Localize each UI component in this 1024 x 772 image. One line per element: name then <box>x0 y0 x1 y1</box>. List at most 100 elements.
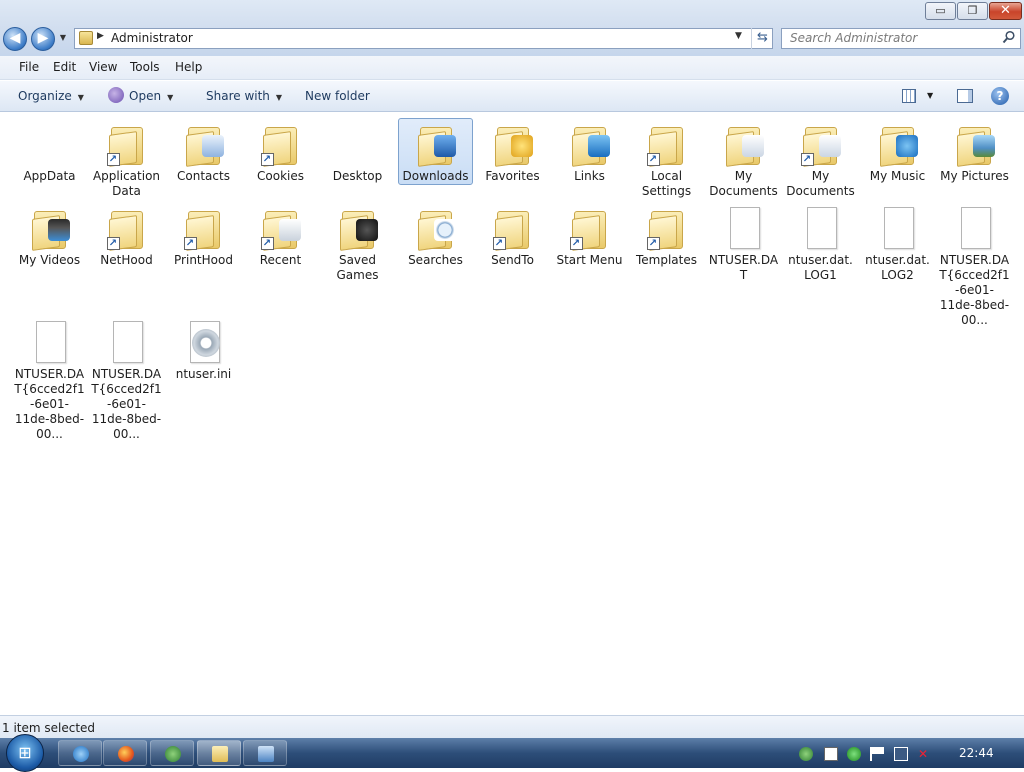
file-item[interactable]: NTUSER.DAT{6cced2f1-6e01-11de-8bed-00... <box>937 202 1012 329</box>
change-view-icon[interactable] <box>902 89 916 103</box>
file-item[interactable]: My Music <box>860 118 935 185</box>
breadcrumb-arrow-icon[interactable]: ▶ <box>97 31 104 41</box>
file-item[interactable]: ↗ SendTo <box>475 202 550 269</box>
taskbar-remote-app-button[interactable] <box>243 740 287 766</box>
menu-bar: File Edit View Tools Help <box>0 56 1024 80</box>
search-placeholder: Search Administrator <box>790 31 918 45</box>
back-button[interactable]: ◀ <box>3 27 27 51</box>
volume-muted-icon[interactable]: ✕ <box>918 747 932 761</box>
open-button[interactable]: Open ▼ <box>129 89 173 103</box>
file-item[interactable]: ↗ Cookies <box>243 118 318 185</box>
file-name: Cookies <box>257 169 304 183</box>
taskbar-network-app-button[interactable] <box>150 740 194 766</box>
share-with-button[interactable]: Share with ▼ <box>206 89 282 103</box>
clock[interactable]: 22:44 <box>959 746 994 760</box>
network-tray-icon[interactable] <box>799 747 813 761</box>
network-status-icon[interactable] <box>894 747 908 761</box>
file-item[interactable]: ntuser.dat.LOG1 <box>783 202 858 284</box>
address-history-dropdown[interactable]: ▼ <box>735 31 742 41</box>
file-item[interactable]: ntuser.dat.LOG2 <box>860 202 935 284</box>
menu-help[interactable]: Help <box>175 60 202 74</box>
windows-logo-icon: ⊞ <box>18 743 32 762</box>
file-item[interactable]: NTUSER.DAT <box>706 202 781 284</box>
file-item[interactable]: NTUSER.DAT{6cced2f1-6e01-11de-8bed-00... <box>12 316 87 443</box>
maximize-button[interactable]: ❐ <box>957 2 988 20</box>
folder-icon <box>412 205 460 253</box>
file-item[interactable]: ↗ PrintHood <box>166 202 241 269</box>
file-name: My Videos <box>18 253 81 267</box>
security-shield-icon[interactable] <box>847 747 861 761</box>
view-options-dropdown[interactable]: ▼ <box>927 91 933 100</box>
preview-pane-icon[interactable] <box>957 89 973 103</box>
monitor-icon <box>258 746 274 762</box>
file-item[interactable]: My Videos <box>12 202 87 269</box>
file-item[interactable]: Desktop <box>320 118 395 185</box>
file-item[interactable]: ↗ Start Menu <box>552 202 627 269</box>
file-item[interactable]: NTUSER.DAT{6cced2f1-6e01-11de-8bed-00... <box>89 316 164 443</box>
title-bar: ▭ ❐ ✕ ◀ ▶ ▼ ▶ Administrator ▼ ⇆ Search A… <box>0 0 1024 56</box>
chevron-down-icon: ▼ <box>167 93 174 102</box>
file-item[interactable]: Favorites <box>475 118 550 185</box>
close-button[interactable]: ✕ <box>989 2 1022 20</box>
file-item[interactable]: Links <box>552 118 627 185</box>
file-item[interactable]: ntuser.ini <box>166 316 241 383</box>
address-bar[interactable]: ▶ Administrator ▼ ⇆ <box>74 28 773 49</box>
taskbar-firefox-button[interactable] <box>103 740 147 766</box>
forward-button[interactable]: ▶ <box>31 27 55 51</box>
file-icon <box>797 205 845 253</box>
shortcut-arrow-icon: ↗ <box>646 153 660 166</box>
action-center-flag-icon[interactable] <box>870 747 884 761</box>
folder-icon: ↗ <box>180 205 228 253</box>
minimize-button[interactable]: ▭ <box>925 2 956 20</box>
file-item[interactable]: Downloads <box>398 118 473 185</box>
folder-icon: ↗ <box>257 205 305 253</box>
file-item[interactable]: My Documents <box>706 118 781 200</box>
open-with-app-icon[interactable] <box>108 87 124 103</box>
start-button[interactable]: ⊞ <box>6 734 44 772</box>
document-tray-icon[interactable] <box>824 747 838 761</box>
file-item[interactable]: ↗ Local Settings <box>629 118 704 200</box>
file-icon <box>26 319 74 367</box>
folder-icon: ↗ <box>643 121 691 169</box>
file-item[interactable]: ↗ Application Data <box>89 118 164 200</box>
organize-button[interactable]: Organize ▼ <box>18 89 84 103</box>
file-name: Saved Games <box>336 253 379 282</box>
file-item[interactable]: ↗ My Documents <box>783 118 858 200</box>
menu-edit[interactable]: Edit <box>53 60 76 74</box>
file-name: ntuser.dat.LOG1 <box>788 253 853 282</box>
taskbar-ie-button[interactable] <box>58 740 102 766</box>
file-item[interactable]: ↗ Templates <box>629 202 704 269</box>
recent-pages-dropdown[interactable]: ▼ <box>58 33 68 43</box>
search-input[interactable]: Search Administrator <box>781 28 1021 49</box>
refresh-button[interactable]: ⇆ <box>751 28 773 49</box>
file-name: Local Settings <box>641 169 692 198</box>
address-path[interactable]: Administrator <box>111 31 193 45</box>
menu-file[interactable]: File <box>19 60 39 74</box>
help-icon[interactable]: ? <box>991 87 1009 105</box>
search-icon[interactable] <box>1002 30 1016 44</box>
explorer-folder-icon <box>212 746 228 762</box>
network-globe-icon <box>165 746 181 762</box>
file-item[interactable]: My Pictures <box>937 118 1012 185</box>
file-item[interactable]: Searches <box>398 202 473 269</box>
folder-icon <box>26 205 74 253</box>
settings-file-icon <box>180 319 228 367</box>
shortcut-arrow-icon: ↗ <box>800 153 814 166</box>
file-item[interactable]: ↗ NetHood <box>89 202 164 269</box>
shortcut-arrow-icon: ↗ <box>260 237 274 250</box>
file-item[interactable]: Saved Games <box>320 202 395 284</box>
file-name: Searches <box>408 253 463 267</box>
file-name: Downloads <box>402 169 469 183</box>
file-item[interactable]: ↗ Recent <box>243 202 318 269</box>
file-item[interactable]: Contacts <box>166 118 241 185</box>
new-folder-button[interactable]: New folder <box>305 89 370 103</box>
shortcut-arrow-icon: ↗ <box>569 237 583 250</box>
menu-tools[interactable]: Tools <box>130 60 160 74</box>
file-item[interactable]: AppData <box>12 118 87 185</box>
taskbar-explorer-button[interactable] <box>197 740 241 766</box>
menu-view[interactable]: View <box>89 60 117 74</box>
shortcut-arrow-icon: ↗ <box>646 237 660 250</box>
minimize-icon: ▭ <box>935 4 946 17</box>
status-text: 1 item selected <box>2 721 96 735</box>
maximize-icon: ❐ <box>967 4 978 17</box>
